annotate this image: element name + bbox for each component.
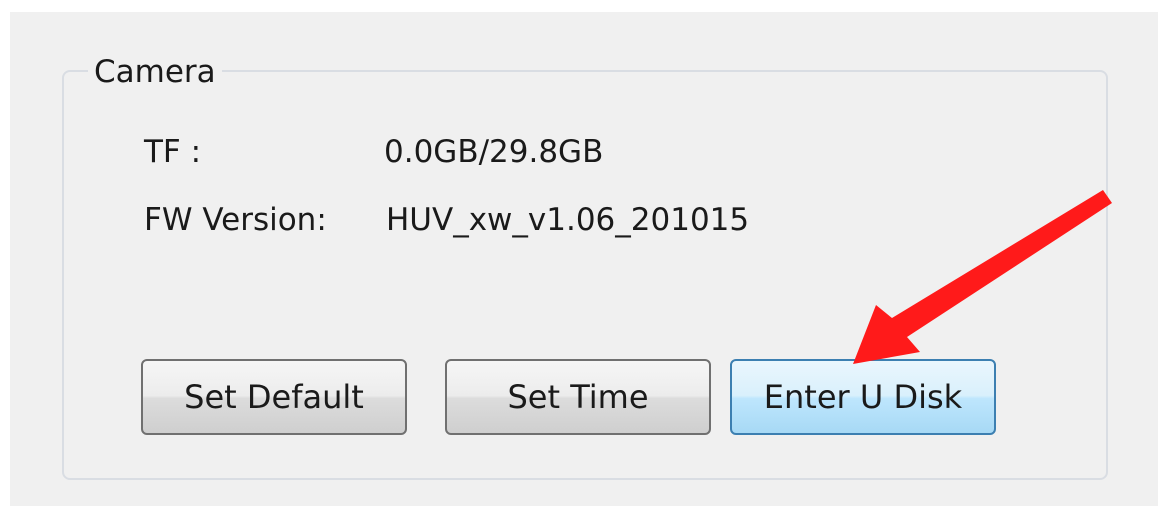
red-arrow-icon bbox=[853, 190, 1112, 364]
red-arrow-annotation bbox=[853, 190, 1112, 364]
